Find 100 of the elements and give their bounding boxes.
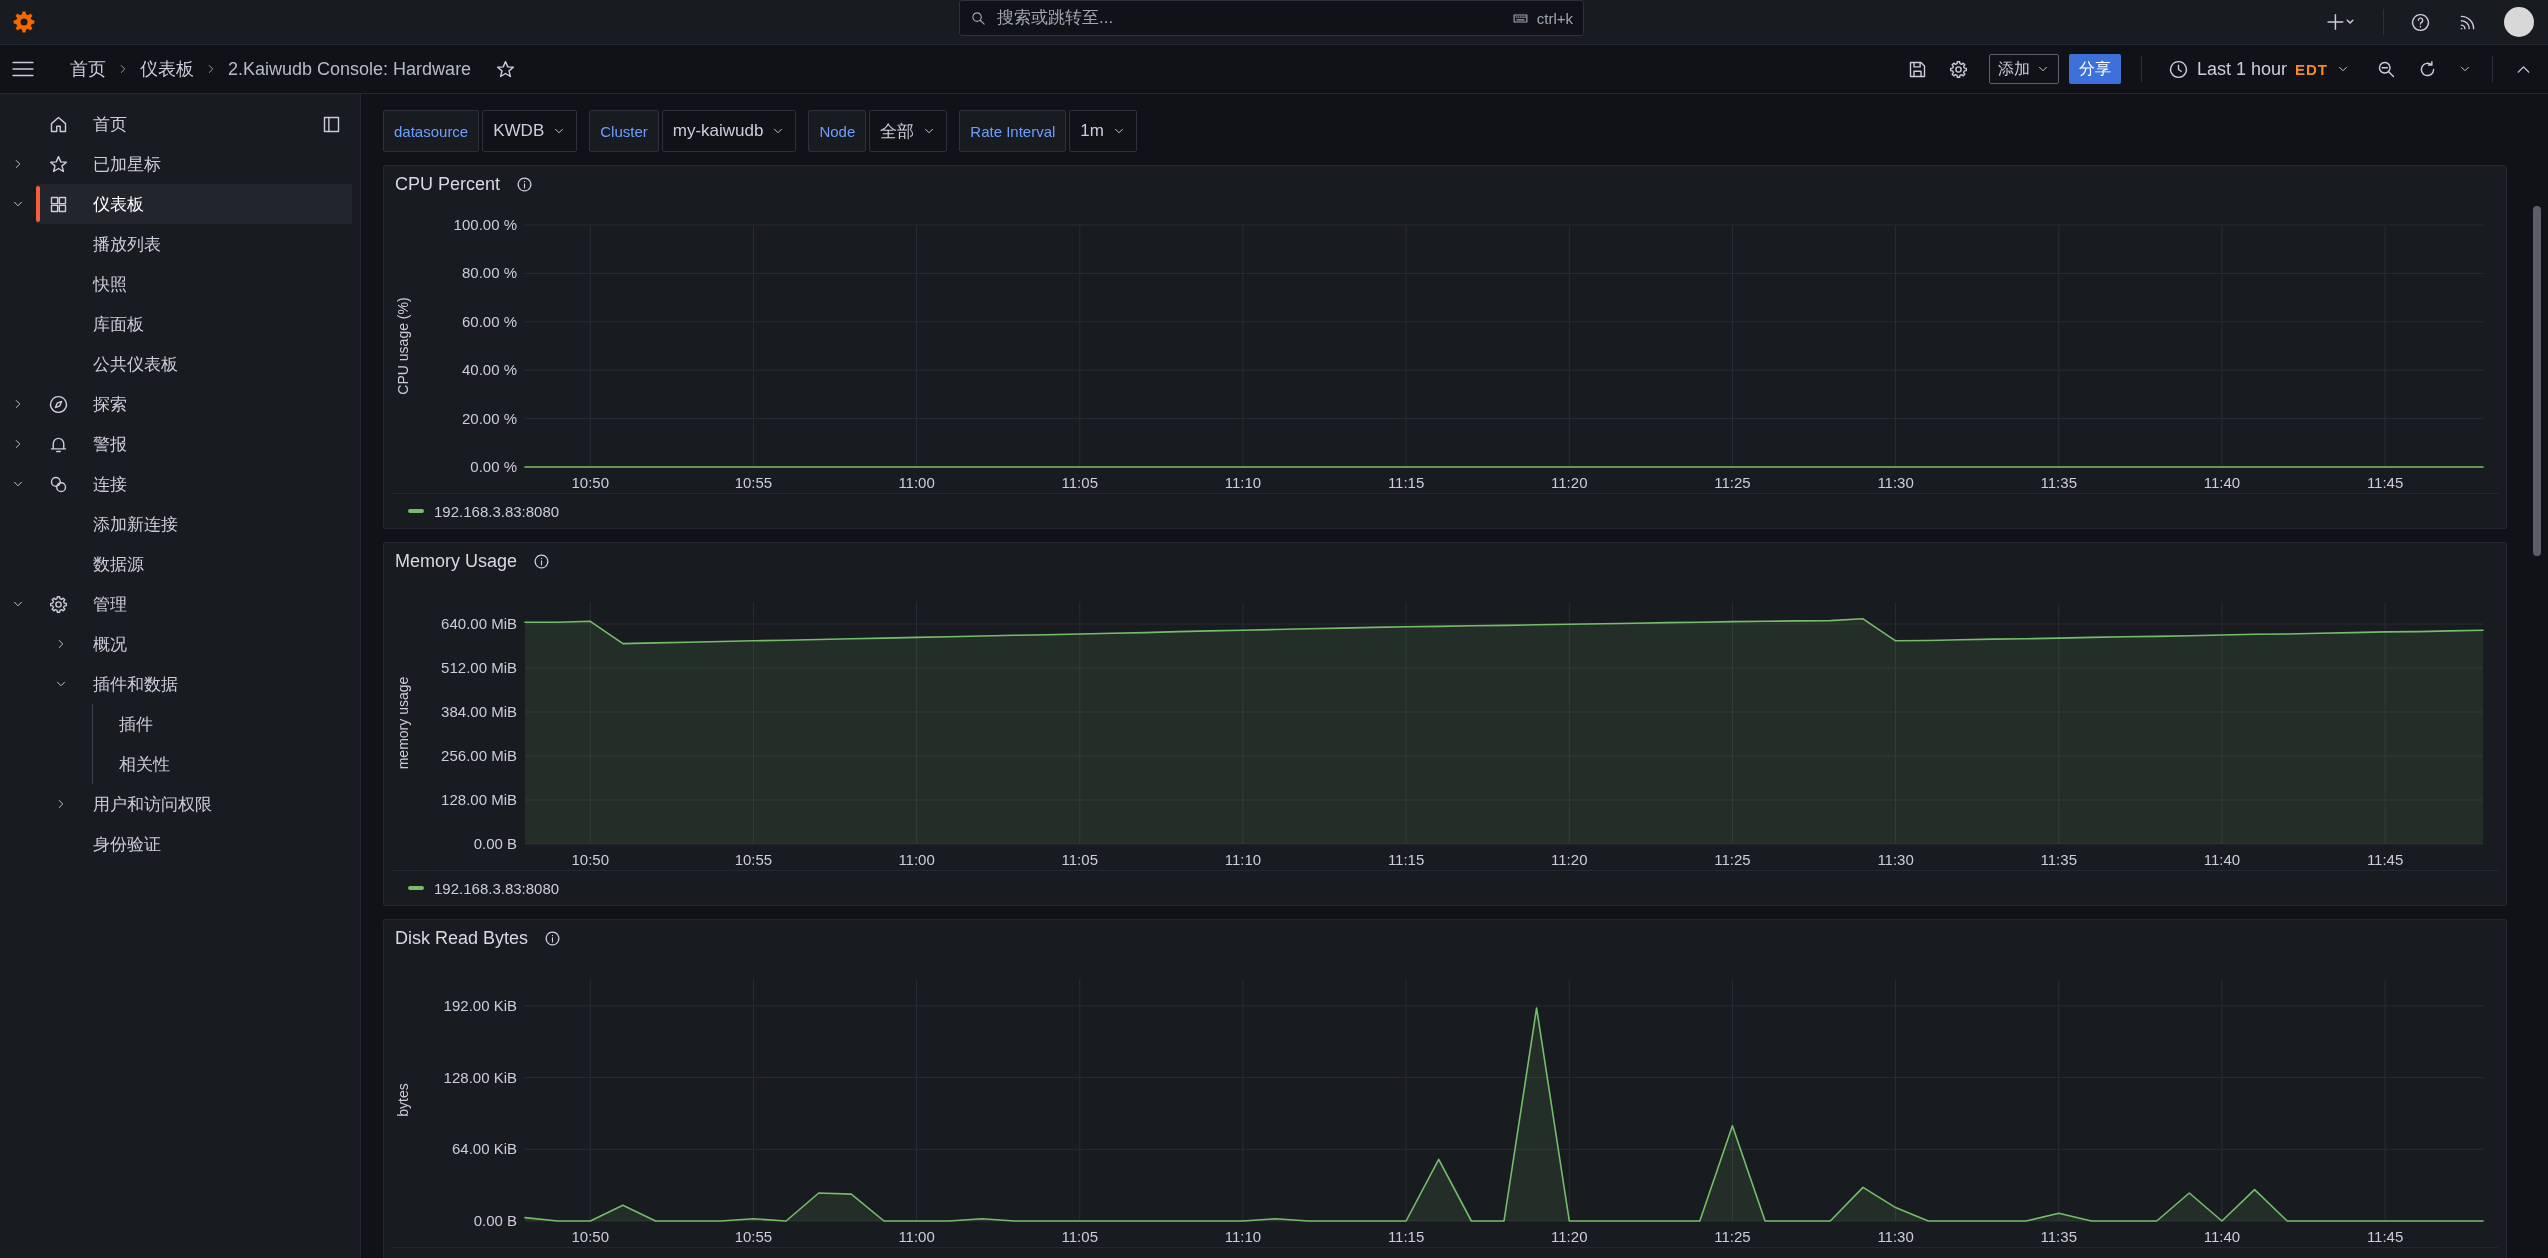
- y-tick-label: 256.00 MiB: [441, 747, 517, 765]
- nav-item[interactable]: 播放列表: [82, 224, 352, 264]
- y-tick-label: 40.00 %: [461, 361, 517, 379]
- x-tick-label: 11:10: [1224, 1228, 1262, 1246]
- x-tick-label: 10:55: [734, 851, 773, 869]
- variable-dropdown[interactable]: KWDB: [482, 110, 578, 152]
- scrollbar[interactable]: [2533, 206, 2541, 556]
- x-tick-label: 11:05: [1061, 474, 1098, 492]
- star-icon: [48, 153, 69, 175]
- x-tick-label: 11:10: [1224, 851, 1262, 869]
- x-tick-label: 11:35: [2040, 851, 2077, 869]
- x-tick-label: 10:50: [571, 851, 610, 869]
- nav-item[interactable]: 公共仪表板: [82, 344, 352, 384]
- nav-item[interactable]: 管理: [36, 584, 352, 624]
- x-tick-label: 11:15: [1387, 474, 1425, 492]
- axis-label: bytes: [395, 1083, 411, 1118]
- variable-label: Rate Interval: [959, 110, 1067, 152]
- settings-icon[interactable]: [1947, 58, 1969, 80]
- y-tick-label: 0.00 B: [473, 1212, 517, 1230]
- avatar[interactable]: [2504, 7, 2534, 37]
- x-tick-label: 11:45: [2366, 1228, 2404, 1246]
- nav-item[interactable]: 概况: [82, 624, 352, 664]
- breadcrumb-link[interactable]: 首页: [70, 57, 106, 81]
- share-button[interactable]: 分享: [2068, 54, 2121, 84]
- help-icon[interactable]: [2410, 11, 2431, 33]
- variable-label: Cluster: [589, 110, 659, 152]
- y-tick-label: 512.00 MiB: [441, 659, 517, 677]
- nav-item[interactable]: 探索: [36, 384, 352, 424]
- x-tick-label: 11:20: [1551, 474, 1588, 492]
- nav-item[interactable]: 身份验证: [82, 824, 352, 864]
- gear-icon: [48, 593, 69, 615]
- search-icon: [970, 9, 987, 27]
- x-tick-label: 11:35: [2040, 474, 2077, 492]
- nav-item[interactable]: 插件: [93, 704, 352, 744]
- variable-dropdown[interactable]: 全部: [869, 110, 948, 152]
- axis-label: memory usage: [395, 677, 411, 770]
- compass-icon: [48, 393, 69, 415]
- search-input[interactable]: 搜索或跳转至...: [995, 7, 1504, 29]
- nav-item[interactable]: 相关性: [93, 744, 352, 784]
- x-tick-label: 11:00: [898, 1228, 935, 1246]
- x-tick-label: 11:30: [1877, 474, 1914, 492]
- y-tick-label: 80.00 %: [461, 264, 517, 282]
- x-tick-label: 11:25: [1714, 1228, 1751, 1246]
- legend-label[interactable]: 192.168.3.83:8080: [434, 879, 560, 897]
- variable-dropdown[interactable]: 1m: [1069, 110, 1137, 152]
- x-tick-label: 11:15: [1387, 1228, 1425, 1246]
- nav-item[interactable]: 库面板: [82, 304, 352, 344]
- variable-label: datasource: [383, 110, 480, 152]
- panel-title: CPU Percent: [395, 174, 501, 196]
- x-tick-label: 11:25: [1714, 474, 1751, 492]
- y-tick-label: 128.00 MiB: [441, 791, 517, 809]
- x-tick-label: 10:55: [734, 1228, 773, 1246]
- x-tick-label: 11:35: [2040, 1228, 2077, 1246]
- y-tick-label: 384.00 MiB: [441, 703, 517, 721]
- nav-item[interactable]: 首页: [36, 104, 313, 144]
- nav-item[interactable]: 添加新连接: [82, 504, 352, 544]
- clock-icon: [2167, 58, 2189, 80]
- variable-dropdown[interactable]: my-kaiwudb: [661, 110, 797, 152]
- nav-item[interactable]: 用户和访问权限: [82, 784, 352, 824]
- nav-item[interactable]: 插件和数据: [82, 664, 352, 704]
- panel-title: Disk Read Bytes: [395, 928, 529, 950]
- y-tick-label: 64.00 KiB: [451, 1140, 517, 1158]
- y-tick-label: 0.00 %: [470, 458, 517, 476]
- x-tick-label: 11:40: [2203, 1228, 2241, 1246]
- y-tick-label: 128.00 KiB: [443, 1069, 517, 1087]
- x-tick-label: 11:00: [898, 851, 935, 869]
- x-tick-label: 11:15: [1387, 851, 1425, 869]
- nav-item[interactable]: 已加星标: [36, 144, 352, 184]
- info-icon[interactable]: [533, 553, 551, 571]
- x-tick-label: 11:05: [1061, 851, 1098, 869]
- info-icon[interactable]: [516, 176, 534, 194]
- nav-item[interactable]: 仪表板: [36, 184, 352, 224]
- x-tick-label: 11:30: [1877, 1228, 1914, 1246]
- star-icon[interactable]: [495, 58, 517, 80]
- nav-item[interactable]: 快照: [82, 264, 352, 304]
- y-tick-label: 20.00 %: [461, 410, 517, 428]
- shortcut-hint: ctrl+k: [1536, 9, 1573, 27]
- time-range-picker[interactable]: Last 1 hour EDT: [2161, 57, 2356, 81]
- legend-label[interactable]: 192.168.3.83:8080: [434, 502, 560, 520]
- breadcrumb-link[interactable]: 仪表板: [140, 57, 194, 81]
- x-tick-label: 11:05: [1061, 1228, 1098, 1246]
- add-button[interactable]: 添加: [1988, 54, 2059, 84]
- nav-item[interactable]: 连接: [36, 464, 352, 504]
- x-tick-label: 11:30: [1877, 851, 1914, 869]
- breadcrumb-link[interactable]: 2.Kaiwudb Console: Hardware: [228, 58, 472, 80]
- nav-item[interactable]: 警报: [36, 424, 352, 464]
- x-tick-label: 11:20: [1551, 851, 1588, 869]
- y-tick-label: 60.00 %: [461, 313, 517, 331]
- x-tick-label: 11:10: [1224, 474, 1262, 492]
- x-tick-label: 11:00: [898, 474, 935, 492]
- info-icon[interactable]: [544, 930, 562, 948]
- y-tick-label: 100.00 %: [453, 216, 517, 234]
- variable-label: Node: [808, 110, 867, 152]
- x-tick-label: 11:40: [2203, 474, 2241, 492]
- x-tick-label: 10:55: [734, 474, 773, 492]
- y-tick-label: 192.00 KiB: [443, 997, 517, 1015]
- x-tick-label: 10:50: [571, 474, 610, 492]
- nav-item[interactable]: 数据源: [82, 544, 352, 584]
- search-bar[interactable]: 搜索或跳转至... ctrl+k: [959, 0, 1584, 36]
- x-tick-label: 11:40: [2203, 851, 2241, 869]
